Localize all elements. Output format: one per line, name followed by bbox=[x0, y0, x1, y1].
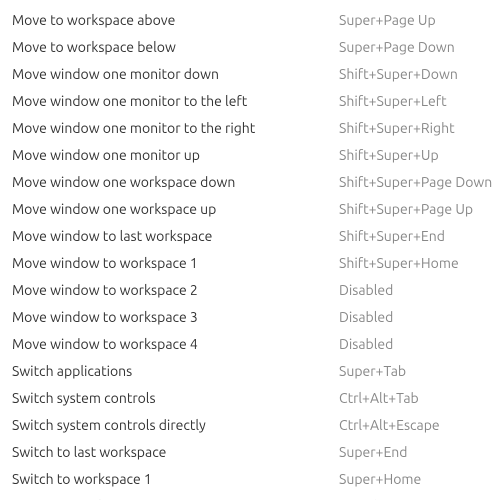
shortcut-accelerator: Disabled bbox=[339, 309, 393, 325]
shortcut-label: Move window to workspace 1 bbox=[12, 255, 339, 271]
shortcut-accelerator: Shift+Super+Page Down bbox=[339, 174, 492, 190]
shortcut-row[interactable]: Move to workspace aboveSuper+Page Up bbox=[12, 6, 500, 33]
shortcut-label: Switch system controls bbox=[12, 390, 339, 406]
shortcut-label: Move window one workspace up bbox=[12, 201, 339, 217]
shortcut-label: Move to workspace below bbox=[12, 39, 339, 55]
shortcut-accelerator: Shift+Super+Right bbox=[339, 120, 455, 136]
shortcut-row[interactable]: Switch to workspace 2Disabled bbox=[12, 492, 500, 500]
shortcut-label: Move window one monitor to the right bbox=[12, 120, 339, 136]
shortcut-label: Move window to last workspace bbox=[12, 228, 339, 244]
shortcut-accelerator: Shift+Super+Home bbox=[339, 255, 459, 271]
shortcut-row[interactable]: Switch to workspace 1Super+Home bbox=[12, 465, 500, 492]
shortcut-row[interactable]: Move window one monitor upShift+Super+Up bbox=[12, 141, 500, 168]
shortcut-label: Switch applications bbox=[12, 363, 339, 379]
shortcut-accelerator: Shift+Super+Down bbox=[339, 66, 458, 82]
shortcut-row[interactable]: Move window one monitor downShift+Super+… bbox=[12, 60, 500, 87]
shortcut-label: Switch to last workspace bbox=[12, 444, 339, 460]
shortcut-accelerator: Shift+Super+Left bbox=[339, 93, 447, 109]
shortcut-row[interactable]: Move window one monitor to the leftShift… bbox=[12, 87, 500, 114]
shortcut-label: Move window one monitor to the left bbox=[12, 93, 339, 109]
shortcut-row[interactable]: Switch applicationsSuper+Tab bbox=[12, 357, 500, 384]
shortcut-accelerator: Super+End bbox=[339, 444, 408, 460]
shortcut-row[interactable]: Move window to workspace 1Shift+Super+Ho… bbox=[12, 249, 500, 276]
shortcut-accelerator: Shift+Super+Up bbox=[339, 147, 439, 163]
shortcut-list: Move to workspace aboveSuper+Page UpMove… bbox=[0, 0, 500, 500]
shortcut-row[interactable]: Move window one workspace upShift+Super+… bbox=[12, 195, 500, 222]
shortcut-label: Switch to workspace 1 bbox=[12, 471, 339, 487]
shortcut-row[interactable]: Move window to last workspaceShift+Super… bbox=[12, 222, 500, 249]
shortcut-accelerator: Ctrl+Alt+Escape bbox=[339, 417, 440, 433]
shortcut-accelerator: Shift+Super+End bbox=[339, 228, 445, 244]
shortcut-row[interactable]: Move to workspace belowSuper+Page Down bbox=[12, 33, 500, 60]
shortcut-row[interactable]: Move window one monitor to the rightShif… bbox=[12, 114, 500, 141]
shortcut-row[interactable]: Move window one workspace downShift+Supe… bbox=[12, 168, 500, 195]
shortcut-label: Move window one workspace down bbox=[12, 174, 339, 190]
shortcut-accelerator: Shift+Super+Page Up bbox=[339, 201, 473, 217]
shortcut-label: Move window to workspace 4 bbox=[12, 336, 339, 352]
shortcut-accelerator: Super+Tab bbox=[339, 363, 406, 379]
shortcut-accelerator: Super+Home bbox=[339, 471, 421, 487]
shortcut-accelerator: Super+Page Up bbox=[339, 12, 436, 28]
shortcut-accelerator: Disabled bbox=[339, 336, 393, 352]
shortcut-label: Move to workspace above bbox=[12, 12, 339, 28]
shortcut-label: Switch system controls directly bbox=[12, 417, 339, 433]
shortcut-row[interactable]: Switch system controls directlyCtrl+Alt+… bbox=[12, 411, 500, 438]
shortcut-accelerator: Disabled bbox=[339, 282, 393, 298]
shortcut-label: Move window one monitor down bbox=[12, 66, 339, 82]
shortcut-row[interactable]: Switch to last workspaceSuper+End bbox=[12, 438, 500, 465]
shortcut-row[interactable]: Move window to workspace 3Disabled bbox=[12, 303, 500, 330]
shortcut-accelerator: Super+Page Down bbox=[339, 39, 455, 55]
shortcut-label: Move window one monitor up bbox=[12, 147, 339, 163]
shortcut-accelerator: Ctrl+Alt+Tab bbox=[339, 390, 419, 406]
shortcut-label: Move window to workspace 3 bbox=[12, 309, 339, 325]
shortcut-row[interactable]: Move window to workspace 2Disabled bbox=[12, 276, 500, 303]
shortcut-row[interactable]: Switch system controlsCtrl+Alt+Tab bbox=[12, 384, 500, 411]
shortcut-label: Move window to workspace 2 bbox=[12, 282, 339, 298]
shortcut-row[interactable]: Move window to workspace 4Disabled bbox=[12, 330, 500, 357]
